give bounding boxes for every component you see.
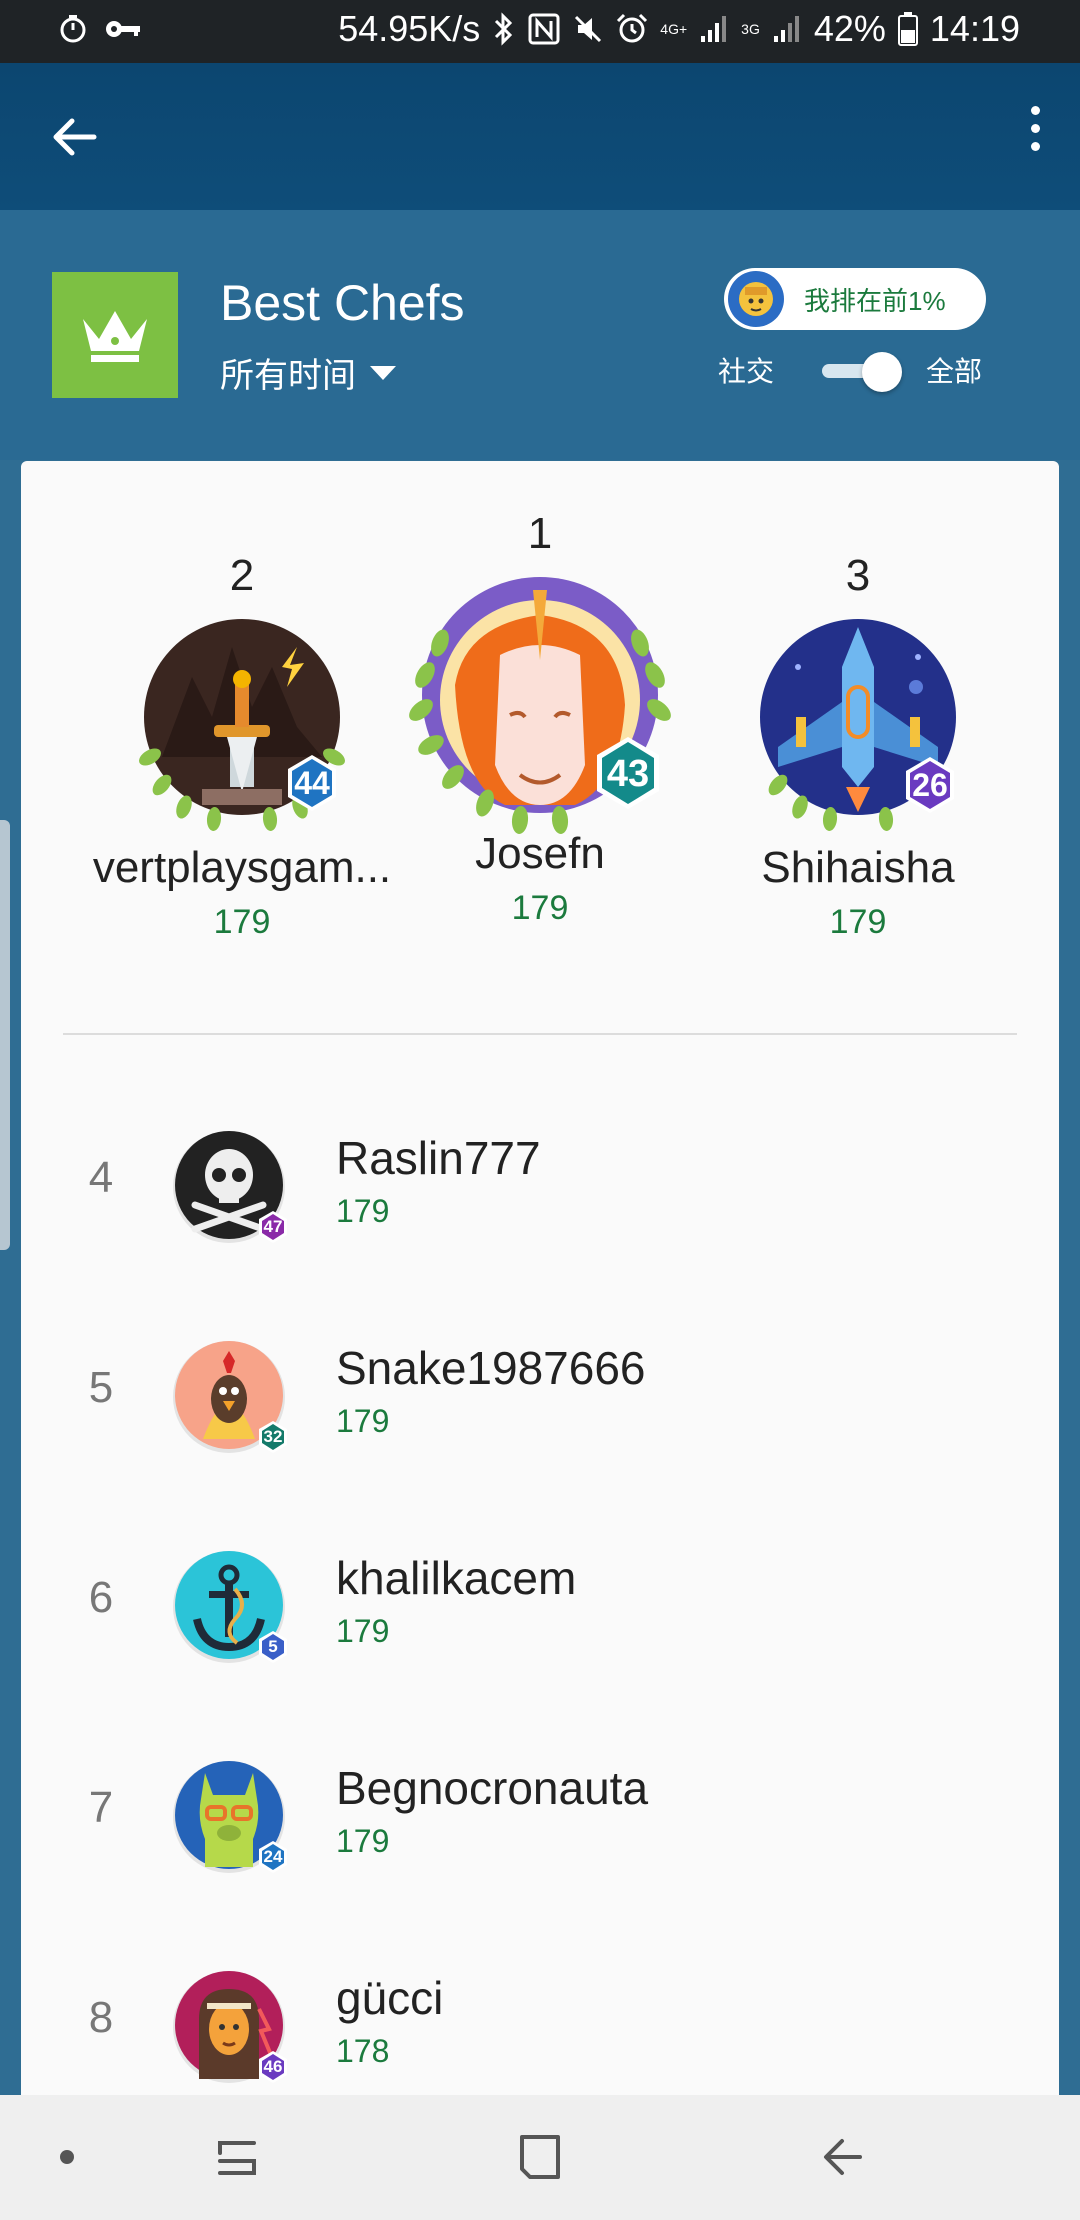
list-item[interactable]: 8 46 gücci 178 xyxy=(21,1921,1059,2101)
leaderboard-header: Best Chefs 所有时间 我排在前1% 社交 全部 xyxy=(0,210,1080,460)
list-item[interactable]: 5 32 Snake1987666 179 xyxy=(21,1291,1059,1501)
my-rank-badge[interactable]: 我排在前1% xyxy=(724,268,986,330)
podium-score: 179 xyxy=(213,903,271,941)
level-badge: 44 xyxy=(294,765,330,801)
recents-icon[interactable] xyxy=(212,2133,262,2183)
arrow-left-icon[interactable] xyxy=(48,111,100,163)
podium-player-1[interactable]: 1 43 Josefn 179 xyxy=(375,509,705,928)
network-4g-label: 4G+ xyxy=(660,21,688,37)
level-badge: 46 xyxy=(264,2057,283,2076)
scope-toggle[interactable] xyxy=(818,352,904,392)
podium-player-3[interactable]: 3 26 Shihaisha 179 xyxy=(693,551,1023,942)
time-period-dropdown[interactable]: 所有时间 xyxy=(220,348,396,397)
key-icon xyxy=(106,21,140,37)
podium-name: vertplaysgam... xyxy=(92,843,392,892)
rank-number: 7 xyxy=(88,1783,114,1832)
battery-icon xyxy=(897,12,918,46)
time-period-label: 所有时间 xyxy=(220,357,356,395)
home-icon[interactable] xyxy=(516,2131,564,2183)
leaderboard-card: 2 44 vertplaysgam... 179 1 43 Josefn 179… xyxy=(21,461,1059,2101)
signal-icon xyxy=(701,16,727,42)
rank-number: 5 xyxy=(88,1363,114,1412)
podium-rank: 3 xyxy=(845,551,871,600)
player-score: 179 xyxy=(336,1613,390,1649)
podium-player-2[interactable]: 2 44 vertplaysgam... 179 xyxy=(77,551,407,942)
player-avatar: 47 xyxy=(173,1131,287,1243)
nav-dot-icon xyxy=(60,2150,74,2164)
bluetooth-icon xyxy=(495,12,513,46)
level-badge: 47 xyxy=(264,1217,283,1236)
mute-icon xyxy=(575,15,602,43)
scope-all-label: 全部 xyxy=(926,356,983,387)
player-avatar: 26 xyxy=(760,619,956,831)
player-avatar: 43 xyxy=(409,577,671,834)
network-3g-label: 3G xyxy=(741,21,760,37)
player-name: Begnocronauta xyxy=(336,1762,649,1814)
player-name: khalilkacem xyxy=(336,1552,577,1604)
player-name: gücci xyxy=(336,1972,444,2024)
signal-icon-2 xyxy=(773,16,799,42)
clock: 14:19 xyxy=(929,8,1020,49)
player-avatar: 46 xyxy=(173,1971,287,2083)
nfc-icon xyxy=(528,13,560,45)
podium-score: 179 xyxy=(829,903,887,941)
player-score: 178 xyxy=(336,2033,390,2069)
leaderboard-title: Best Chefs xyxy=(220,275,465,331)
level-badge: 32 xyxy=(264,1427,283,1446)
rank-number: 8 xyxy=(88,1993,114,2042)
list-item[interactable]: 4 47 Raslin777 179 xyxy=(21,1081,1059,1291)
player-avatar: 24 xyxy=(173,1761,287,1873)
my-rank-text: 我排在前1% xyxy=(804,285,946,316)
list-item[interactable]: 7 24 Begnocronauta 179 xyxy=(21,1711,1059,1921)
system-nav-bar xyxy=(0,2095,1080,2220)
player-avatar: 5 xyxy=(173,1551,287,1663)
player-score: 179 xyxy=(336,1403,390,1439)
battery-percent: 42% xyxy=(813,8,886,49)
podium-rank: 2 xyxy=(229,551,255,600)
player-avatar: 32 xyxy=(173,1341,287,1453)
player-score: 179 xyxy=(336,1193,390,1229)
divider xyxy=(63,1033,1017,1035)
level-badge: 43 xyxy=(607,753,649,795)
more-vert-icon[interactable] xyxy=(1020,106,1050,166)
podium-rank: 1 xyxy=(527,509,553,558)
net-speed: 54.95K/s xyxy=(338,8,481,49)
level-badge: 26 xyxy=(912,767,948,803)
crown-icon xyxy=(83,311,147,362)
podium-name: Shihaisha xyxy=(761,843,955,892)
rank-number: 6 xyxy=(88,1573,114,1622)
player-name: Raslin777 xyxy=(336,1132,541,1184)
player-score: 179 xyxy=(336,1823,390,1859)
back-icon[interactable] xyxy=(818,2131,868,2183)
level-badge: 24 xyxy=(264,1847,283,1866)
leaderboard-icon xyxy=(52,272,178,398)
app-bar xyxy=(0,63,1080,210)
podium-score: 179 xyxy=(511,889,569,927)
level-badge: 5 xyxy=(268,1637,277,1656)
podium-name: Josefn xyxy=(475,829,605,878)
my-avatar xyxy=(728,271,784,327)
player-name: Snake1987666 xyxy=(336,1342,646,1394)
scope-social-label: 社交 xyxy=(718,356,775,387)
chevron-down-icon xyxy=(370,365,396,380)
status-bar: 54.95K/s 4G+ 3G 42% 14:19 xyxy=(0,0,1080,63)
alarm-icon xyxy=(617,13,648,43)
player-avatar: 44 xyxy=(139,619,345,831)
list-item[interactable]: 6 5 khalilkacem 179 xyxy=(21,1501,1059,1711)
edge-panel-handle[interactable] xyxy=(0,820,10,1250)
rank-number: 4 xyxy=(88,1153,114,1202)
timer-icon xyxy=(60,15,86,43)
